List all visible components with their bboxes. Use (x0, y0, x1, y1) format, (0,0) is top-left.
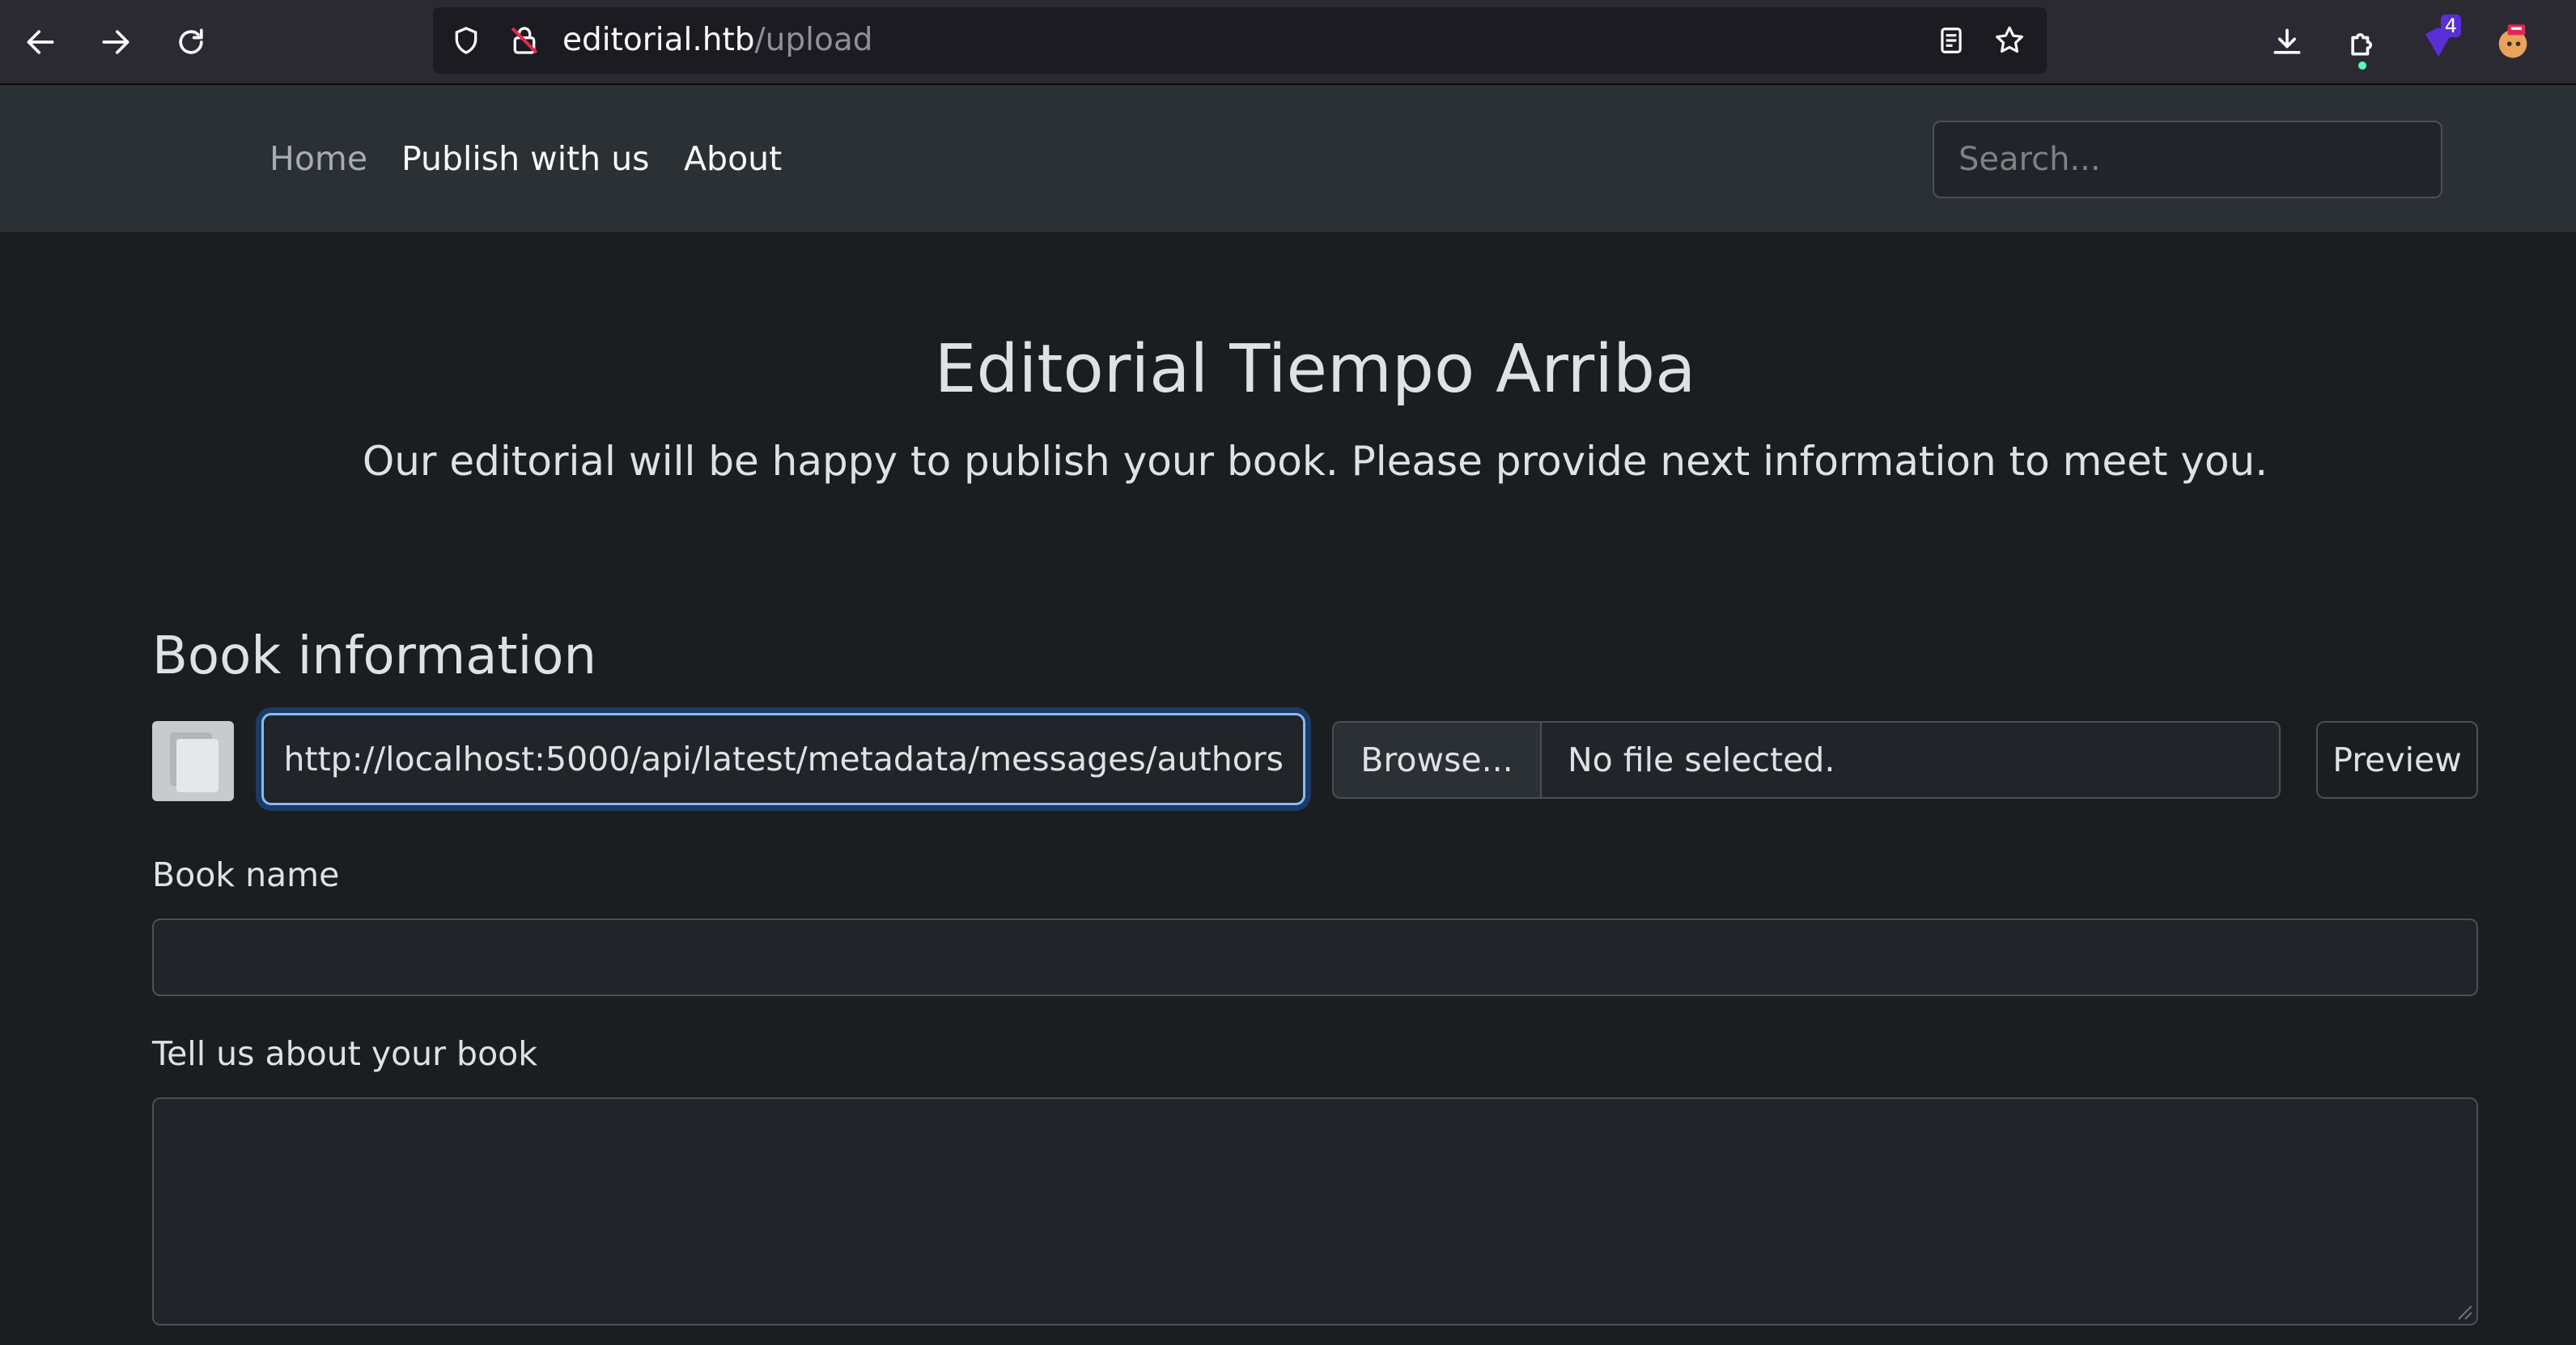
bookmark-star-icon[interactable] (1991, 22, 2028, 59)
nav-publish-link[interactable]: Publish with us (401, 135, 650, 182)
file-status-text: No file selected. (1568, 740, 1835, 779)
book-name-input[interactable] (152, 919, 2478, 996)
shield-icon[interactable] (448, 22, 485, 59)
profile-avatar-icon[interactable] (2489, 18, 2537, 66)
nav-home-link[interactable]: Home (269, 135, 367, 182)
extension-badge: 4 (2440, 15, 2461, 37)
cover-url-input[interactable] (261, 713, 1305, 805)
reload-icon (179, 28, 203, 54)
page-subtitle: Our editorial will be happy to publish y… (362, 438, 2268, 485)
book-name-label: Book name (152, 855, 340, 894)
site-navbar: Home Publish with us About (0, 85, 2576, 232)
insecure-lock-icon[interactable] (506, 22, 543, 59)
about-book-textarea[interactable] (152, 1097, 2478, 1326)
reader-view-icon[interactable] (1933, 22, 1970, 59)
book-information-heading: Book information (152, 626, 596, 686)
search-input[interactable] (1933, 121, 2442, 198)
forward-button[interactable] (91, 18, 140, 66)
about-book-label: Tell us about your book (152, 1034, 537, 1073)
extensions-puzzle-icon[interactable] (2339, 18, 2387, 70)
url-host: editorial.htb (562, 22, 755, 58)
downloads-icon[interactable] (2263, 18, 2311, 66)
arrow-left-icon (27, 30, 54, 54)
url-text[interactable]: editorial.htb/upload (562, 7, 872, 74)
page-title: Editorial Tiempo Arriba (934, 331, 1696, 408)
resize-grip-icon[interactable] (2452, 1300, 2473, 1321)
browser-toolbar: editorial.htb/upload 4 (0, 0, 2576, 85)
cover-file-input[interactable]: Browse... No file selected. (1332, 721, 2281, 799)
image-placeholder-icon (170, 732, 219, 792)
arrow-right-icon (102, 30, 129, 54)
reload-button[interactable] (167, 18, 215, 66)
url-path: /upload (754, 22, 873, 58)
nav-about-link[interactable]: About (684, 135, 782, 182)
browse-button[interactable]: Browse... (1334, 723, 1542, 797)
cover-preview-image (152, 721, 234, 801)
url-bar[interactable]: editorial.htb/upload (433, 7, 2047, 74)
preview-button[interactable]: Preview (2316, 721, 2478, 799)
back-button[interactable] (16, 18, 65, 66)
extension-shield-icon[interactable]: 4 (2414, 15, 2463, 66)
